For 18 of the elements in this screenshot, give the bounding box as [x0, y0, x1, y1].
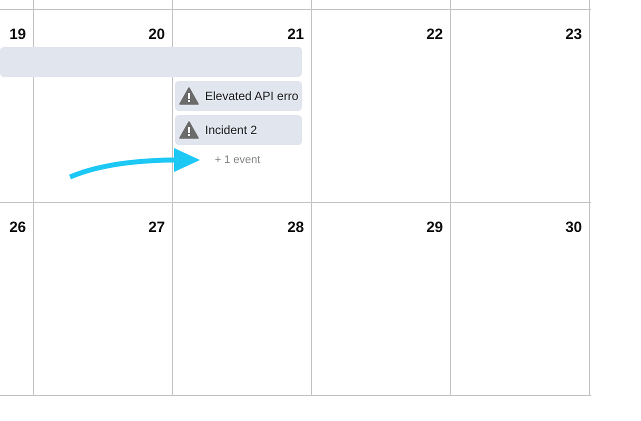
- incident-event[interactable]: Elevated API erro: [175, 81, 302, 111]
- day-number: 23: [565, 24, 582, 44]
- day-number: 20: [148, 24, 165, 44]
- event-title: Elevated API erro: [205, 88, 298, 105]
- warning-icon: [179, 87, 199, 105]
- event-title: Incident 2: [205, 122, 258, 139]
- more-events-link[interactable]: + 1 event: [214, 152, 260, 168]
- day-number: 30: [565, 218, 582, 238]
- warning-icon: [179, 121, 199, 139]
- day-number: 22: [426, 24, 443, 44]
- day-number: 28: [287, 218, 304, 238]
- day-number: 21: [287, 24, 304, 44]
- incident-event[interactable]: Incident 2: [175, 115, 302, 145]
- day-number: 29: [426, 218, 443, 238]
- event-bar[interactable]: [0, 47, 302, 77]
- day-number: 27: [148, 218, 165, 238]
- day-number: 26: [9, 218, 26, 238]
- day-number: 19: [9, 24, 26, 44]
